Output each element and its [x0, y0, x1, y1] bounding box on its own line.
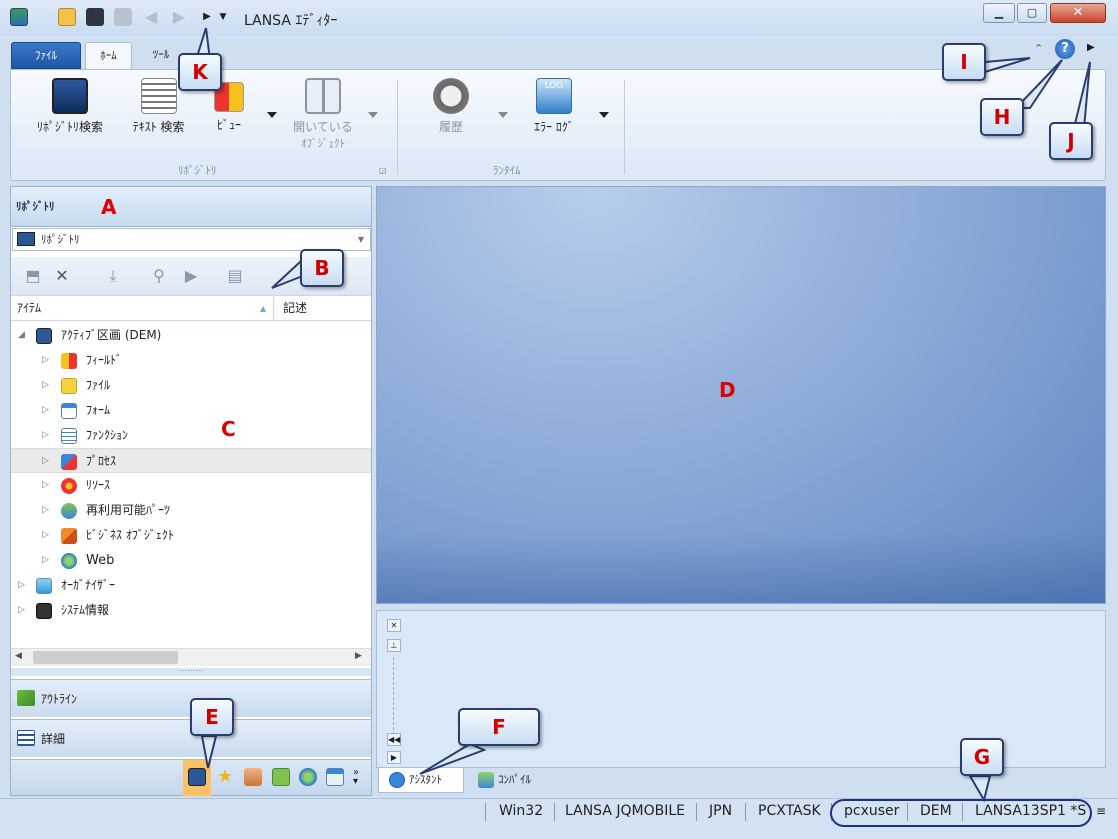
callout-k: K	[178, 53, 222, 91]
marker-d: D	[719, 378, 736, 402]
callout-f: F	[458, 708, 540, 746]
callout-g: G	[960, 738, 1004, 776]
callout-b: B	[300, 249, 344, 287]
callout-e: E	[190, 698, 234, 736]
callout-pointers	[194, 27, 1091, 803]
marker-c: C	[221, 417, 236, 441]
callout-h: H	[980, 98, 1024, 136]
callout-i: I	[942, 43, 986, 81]
callout-j: J	[1049, 122, 1093, 160]
marker-a: A	[101, 195, 117, 219]
